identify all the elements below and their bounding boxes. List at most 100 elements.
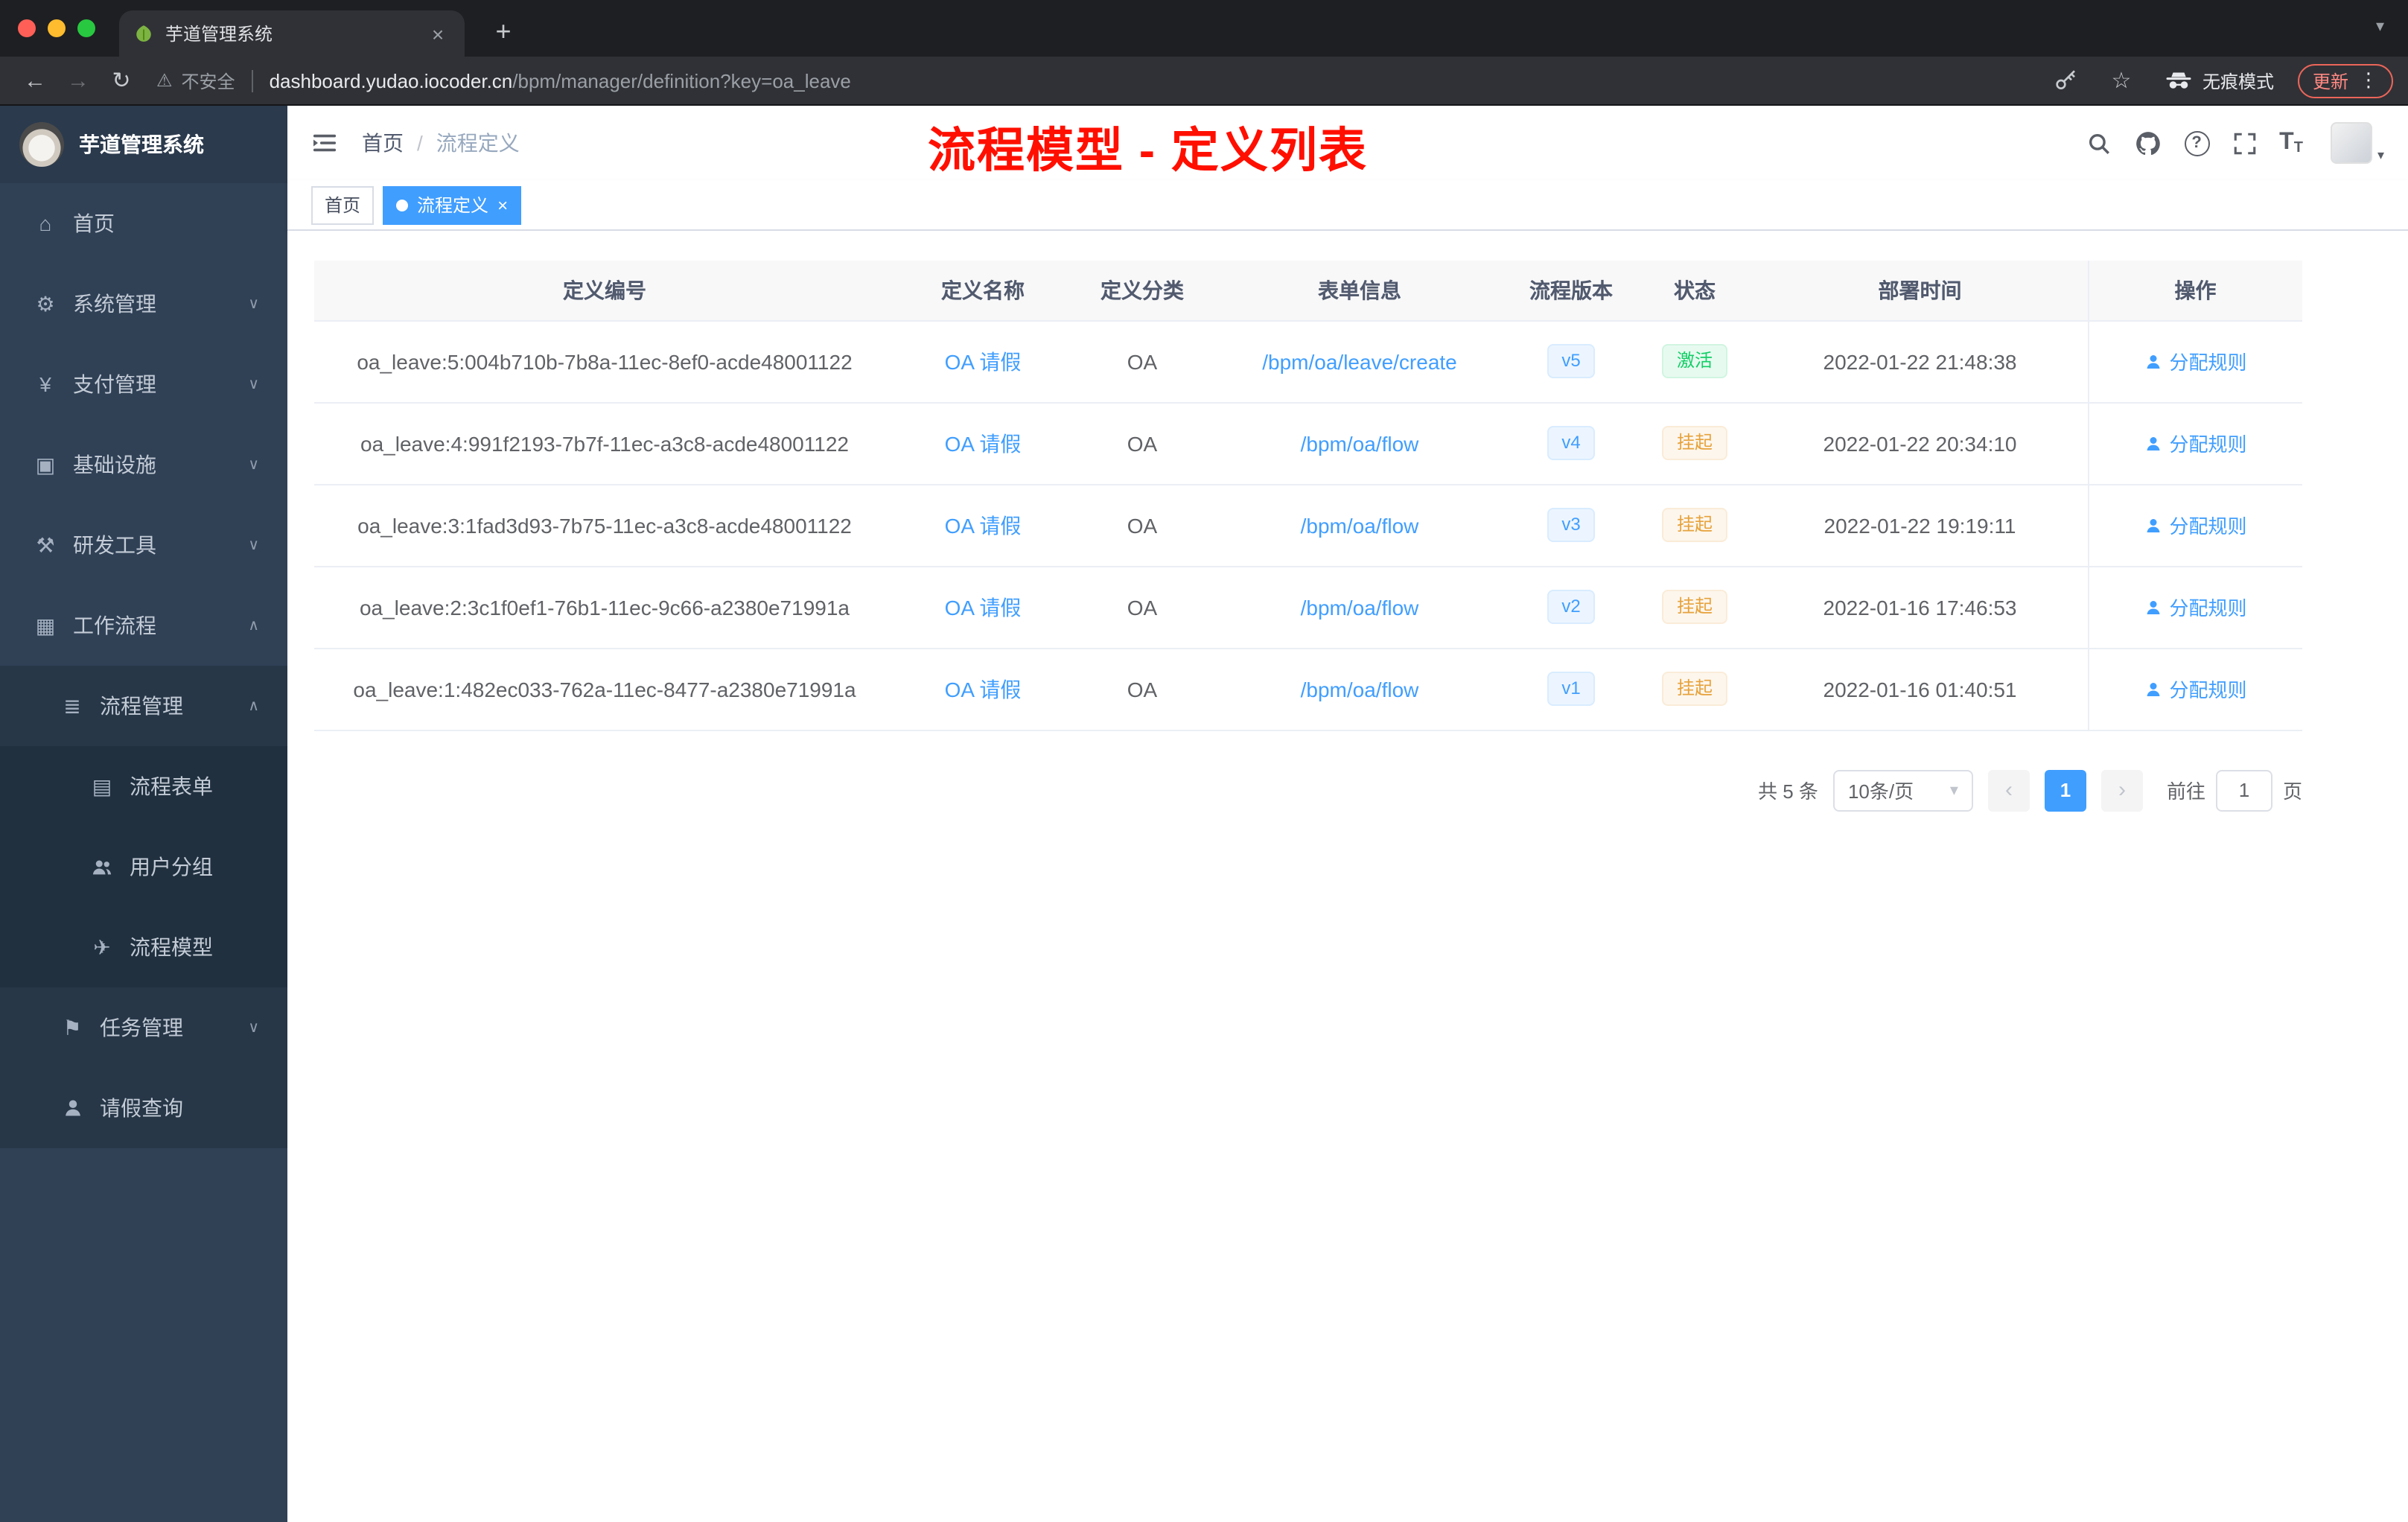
cell-definition-id: oa_leave:5:004b710b-7b8a-11ec-8ef0-acde4… — [314, 320, 895, 403]
goto-label: 前往 — [2166, 780, 2205, 803]
sidebar-item-infrastructure[interactable]: ▣ 基础设施 ∨ — [0, 424, 287, 505]
security-label: 不安全 — [181, 71, 235, 92]
definition-name-link[interactable]: OA 请假 — [945, 595, 1022, 619]
sidebar-item-leave-query[interactable]: 请假查询 — [0, 1068, 287, 1148]
tab-close-icon[interactable]: × — [426, 22, 450, 45]
browser-update-button[interactable]: 更新 ⋮ — [2297, 63, 2393, 98]
current-page-button[interactable]: 1 — [2044, 769, 2086, 811]
tab-search-icon[interactable]: ▾ — [2376, 16, 2384, 36]
user-menu[interactable]: ▾ — [2331, 122, 2384, 164]
sidebar-item-workflow[interactable]: ▦ 工作流程 ∧ — [0, 585, 287, 666]
definition-name-link[interactable]: OA 请假 — [945, 431, 1022, 455]
breadcrumb-separator: / — [417, 131, 423, 155]
version-badge: v3 — [1547, 507, 1596, 543]
form-info-link[interactable]: /bpm/oa/flow — [1301, 431, 1419, 455]
chevron-down-icon: ∨ — [248, 537, 259, 553]
cell-definition-id: oa_leave:2:3c1f0ef1-76b1-11ec-9c66-a2380… — [314, 566, 895, 649]
assign-rule-label: 分配规则 — [2169, 679, 2247, 701]
assign-rule-link[interactable]: 分配规则 — [2144, 511, 2247, 539]
font-size-icon[interactable]: TT — [2279, 130, 2303, 156]
sidebar-item-user-group[interactable]: 用户分组 — [0, 827, 287, 907]
logo-title: 芋道管理系统 — [79, 133, 204, 156]
sidebar-item-home[interactable]: ⌂ 首页 — [0, 183, 287, 264]
status-badge: 挂起 — [1661, 671, 1727, 707]
fullscreen-icon[interactable] — [2232, 130, 2257, 156]
sidebar-item-label: 请假查询 — [100, 1096, 183, 1120]
prev-page-button[interactable]: ‹ — [1987, 769, 2030, 811]
assign-rule-link[interactable]: 分配规则 — [2144, 593, 2247, 621]
sidebar-item-label: 研发工具 — [73, 533, 156, 557]
form-info-link[interactable]: /bpm/oa/flow — [1301, 513, 1419, 537]
form-info-link[interactable]: /bpm/oa/flow — [1301, 595, 1419, 619]
status-badge: 挂起 — [1661, 507, 1727, 543]
table-row: oa_leave:1:482ec033-762a-11ec-8477-a2380… — [314, 648, 2302, 730]
browser-tab[interactable]: 芋道管理系统 × — [119, 10, 465, 57]
assign-rule-link[interactable]: 分配规则 — [2144, 347, 2247, 375]
definition-table: 定义编号 定义名称 定义分类 表单信息 流程版本 状态 部署时间 操作 oa_l — [314, 261, 2302, 730]
tag-home[interactable]: 首页 — [311, 185, 375, 224]
definition-name-link[interactable]: OA 请假 — [945, 677, 1022, 701]
minimize-window-button[interactable] — [48, 19, 66, 37]
font-size-big: T — [2279, 130, 2294, 155]
sidebar-logo[interactable]: 芋道管理系统 — [0, 106, 287, 183]
next-page-button[interactable]: › — [2100, 769, 2143, 811]
assign-rule-link[interactable]: 分配规则 — [2144, 429, 2247, 457]
sidebar-item-task-management[interactable]: ⚑ 任务管理 ∨ — [0, 987, 287, 1068]
incognito-label: 无痕模式 — [2202, 71, 2274, 92]
close-window-button[interactable] — [18, 19, 36, 37]
assign-rule-label: 分配规则 — [2169, 433, 2247, 456]
sidebar-item-process-model[interactable]: ✈ 流程模型 — [0, 907, 287, 987]
reload-icon[interactable]: ↻ — [101, 60, 141, 101]
user-icon — [2146, 436, 2159, 450]
flag-icon: ⚑ — [63, 1015, 82, 1039]
browser-menu-kebab-icon[interactable]: ⋮ — [2359, 69, 2378, 92]
col-definition-name: 定义名称 — [895, 261, 1071, 321]
github-icon[interactable] — [2133, 129, 2162, 157]
password-key-icon[interactable] — [2046, 60, 2086, 101]
status-badge: 挂起 — [1661, 589, 1727, 625]
col-operations: 操作 — [2087, 261, 2302, 321]
assign-rule-link[interactable]: 分配规则 — [2144, 675, 2247, 703]
caret-down-icon: ▾ — [1949, 782, 1958, 800]
sidebar-item-payment-management[interactable]: ¥ 支付管理 ∨ — [0, 344, 287, 424]
search-icon[interactable] — [2086, 130, 2111, 156]
navbar: 首页 / 流程定义 流程模型 - 定义列表 ? T T ▾ — [287, 106, 2408, 180]
tab-title: 芋道管理系统 — [165, 24, 273, 45]
col-process-version: 流程版本 — [1506, 261, 1637, 321]
assign-rule-label: 分配规则 — [2169, 597, 2247, 620]
sidebar-item-label: 系统管理 — [73, 292, 156, 316]
pagination-total: 共 5 条 — [1758, 780, 1818, 803]
window-controls — [0, 0, 119, 57]
page-size-select[interactable]: 10条/页 ▾ — [1832, 769, 1973, 811]
sidebar-toggle-icon[interactable] — [311, 130, 338, 156]
security-chip[interactable]: ⚠ 不安全 — [156, 68, 235, 93]
sidebar-item-process-management[interactable]: ≣ 流程管理 ∧ — [0, 666, 287, 746]
sidebar-item-label: 用户分组 — [130, 855, 213, 879]
update-label: 更新 — [2312, 71, 2348, 92]
maximize-window-button[interactable] — [77, 19, 95, 37]
form-info-link[interactable]: /bpm/oa/flow — [1301, 677, 1419, 701]
help-icon[interactable]: ? — [2184, 130, 2210, 156]
address-bar[interactable]: dashboard.yudao.iocoder.cn/bpm/manager/d… — [270, 69, 2031, 92]
tab-strip: 芋道管理系统 × + ▾ — [0, 0, 2408, 57]
back-icon[interactable]: ← — [15, 60, 55, 101]
tag-process-definition[interactable]: 流程定义 × — [383, 185, 522, 224]
goto-page-input[interactable] — [2215, 769, 2272, 811]
new-tab-button[interactable]: + — [485, 16, 521, 48]
sidebar-item-label: 流程模型 — [130, 935, 213, 959]
sidebar-item-system-management[interactable]: ⚙ 系统管理 ∨ — [0, 264, 287, 344]
cell-category: OA — [1071, 484, 1214, 567]
form-info-link[interactable]: /bpm/oa/leave/create — [1262, 349, 1457, 373]
definition-name-link[interactable]: OA 请假 — [945, 349, 1022, 373]
sidebar-item-dev-tools[interactable]: ⚒ 研发工具 ∨ — [0, 505, 287, 585]
breadcrumb-home[interactable]: 首页 — [362, 128, 404, 158]
sidebar-item-process-form[interactable]: ▤ 流程表单 — [0, 746, 287, 827]
avatar[interactable] — [2331, 122, 2373, 164]
page-unit-label: 页 — [2282, 780, 2302, 803]
url-path: /bpm/manager/definition?key=oa_leave — [512, 69, 851, 92]
tag-close-icon[interactable]: × — [497, 194, 508, 215]
sidebar-item-label: 首页 — [73, 211, 115, 235]
tags-view: 首页 流程定义 × — [287, 180, 2408, 231]
bookmark-star-icon[interactable]: ☆ — [2101, 60, 2141, 101]
definition-name-link[interactable]: OA 请假 — [945, 513, 1022, 537]
